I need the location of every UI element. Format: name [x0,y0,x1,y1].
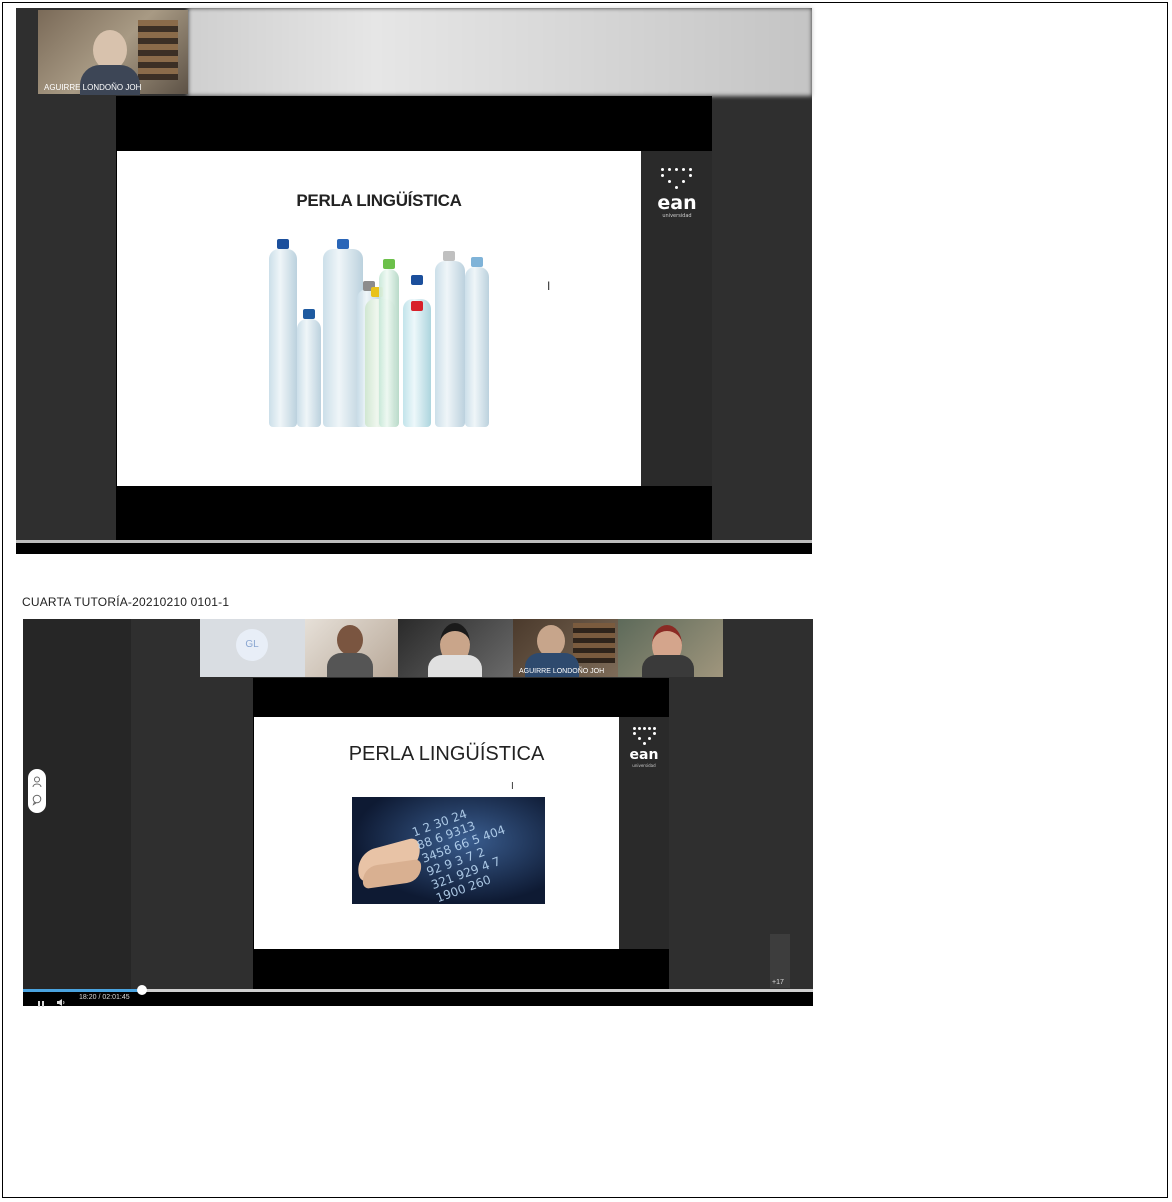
participant-tile[interactable] [305,619,398,677]
slide-title: PERLA LINGÜÍSTICA [348,743,545,765]
recording-title: CUARTA TUTORÍA-20210210 0101-1 [22,595,230,609]
logo-subtext: universidad [632,763,656,768]
bottle [269,249,297,427]
participant-name: AGUIRRE LONDOÑO JOH [44,83,142,92]
participant-tile[interactable] [398,619,513,677]
participant-name: AGUIRRE LONDOÑO JOH [519,668,605,675]
player-bar [16,540,812,554]
bottle-cap [303,309,315,319]
participant-tile[interactable]: GL [200,619,305,677]
presentation-slide: PERLA LINGÜÍSTICA I 1 2 30 24 88 6 9313 34… [254,717,619,949]
text-cursor-icon: I [547,279,551,293]
participant-tile[interactable] [618,619,723,677]
bottle-cap [337,239,349,249]
bottle-cap [471,257,483,267]
logo-dots [623,727,665,745]
bottle [435,261,465,427]
participant-head [93,30,127,70]
pause-icon[interactable] [37,995,45,1007]
slide-title: PERLA LINGÜÍSTICA [296,191,462,210]
numbers-hands-image: 1 2 30 24 88 6 9313 3458 66 5 404 92 9 3 7 … [352,797,545,904]
progress-handle[interactable] [137,985,148,995]
person-icon[interactable] [32,775,42,788]
bottle-cap [411,301,423,311]
ean-logo: ean universidad [623,727,665,768]
time-display: 18:20 / 02:01:45 [79,994,130,1001]
bottle-cap [443,251,455,261]
participant-video[interactable]: AGUIRRE LONDOÑO JOH [38,10,188,95]
meeting-window-1: AGUIRRE LONDOÑO JOH PERLA LINGÜÍSTICA I … [16,8,812,554]
participant-body [327,653,373,677]
progress-fill [23,989,143,992]
meeting-window-2: GL AGUIRRE LONDOÑO JOH PERLA LINGÜÍSTICA… [23,619,813,1007]
presentation-slide: PERLA LINGÜÍSTICA I [117,151,641,486]
chat-icon[interactable] [32,793,42,806]
participant-body [428,655,482,677]
logo-text: ean [657,192,697,214]
logo-dots [650,168,704,189]
bookshelf [138,20,178,80]
bottle-cap [383,259,395,269]
participant-head [337,625,363,655]
bookshelf [573,623,615,663]
player-controls: 18:20 / 02:01:45 [23,985,813,1007]
bottle [297,319,321,427]
ean-logo: ean universidad [650,168,704,219]
more-participants-count: +17 [772,979,784,986]
bottles-image [267,239,493,429]
volume-icon[interactable] [56,994,66,1006]
more-participants-tile[interactable]: +17 [770,934,790,988]
side-toolbar [28,769,46,813]
participant-tile[interactable]: AGUIRRE LONDOÑO JOH [513,619,618,677]
avatar: GL [236,629,268,661]
bottle [465,267,489,427]
participant-strip-blurred [188,8,812,96]
bottle-cap [277,239,289,249]
text-cursor-icon: I [511,781,514,792]
bottle-cap [411,275,423,285]
logo-text: ean [629,747,659,763]
bottle [379,269,399,427]
floating-numbers: 1 2 30 24 88 6 9313 3458 66 5 404 92 9 3 7 … [410,806,508,904]
participant-body [642,655,694,677]
bottle [403,299,431,427]
